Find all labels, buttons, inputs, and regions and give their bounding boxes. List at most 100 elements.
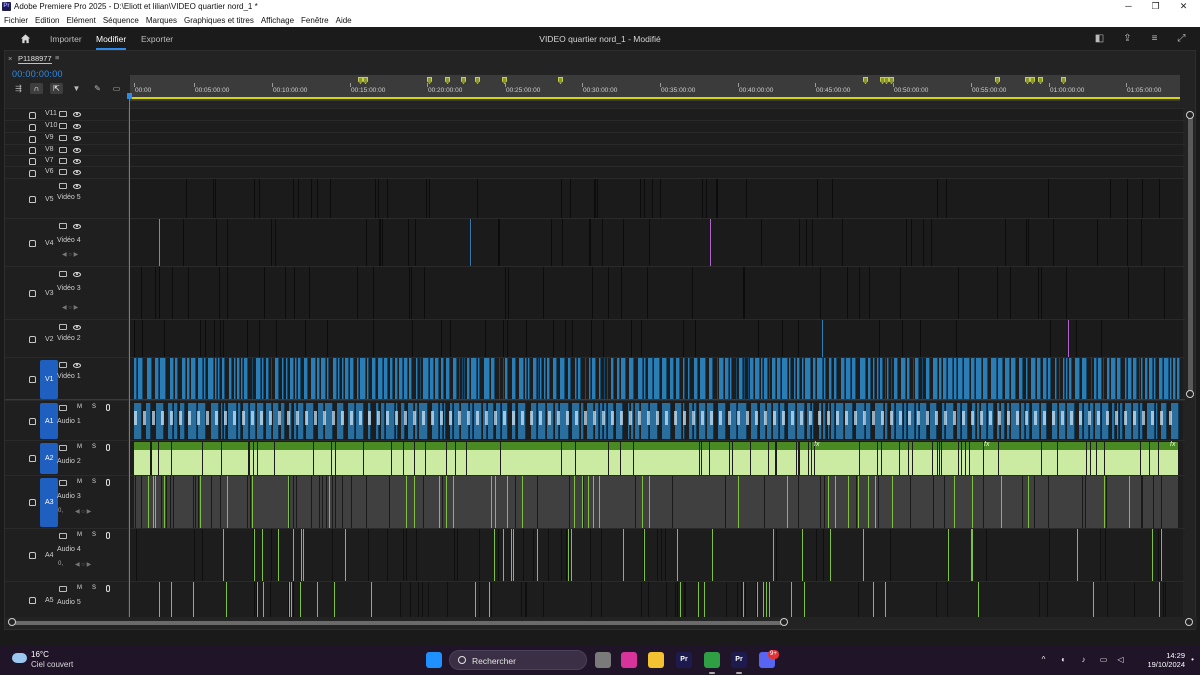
clip-edge[interactable] [1039, 582, 1040, 617]
clip-edge[interactable] [193, 476, 194, 528]
clip-edge[interactable] [902, 320, 903, 357]
video-clip[interactable] [900, 358, 906, 400]
video-clip[interactable] [867, 358, 872, 400]
clip-edge[interactable] [380, 219, 381, 266]
clip-edge[interactable] [572, 320, 573, 357]
track-content[interactable] [130, 358, 1183, 400]
premiere-pinned-icon[interactable]: Pr [676, 652, 692, 668]
clip-edge[interactable] [446, 476, 447, 528]
clip-edge[interactable] [1068, 320, 1069, 357]
clip-edge[interactable] [569, 476, 570, 528]
video-clip[interactable] [894, 358, 898, 400]
clip-edge[interactable] [828, 476, 829, 528]
video-clip[interactable] [265, 358, 269, 400]
clip-edge[interactable] [745, 582, 746, 617]
clip-edge[interactable] [227, 267, 228, 319]
zoom-handle-left[interactable] [8, 618, 16, 626]
sync-lock-icon[interactable] [59, 158, 67, 164]
clip-edge[interactable] [1097, 219, 1098, 266]
sequence-marker[interactable] [1025, 77, 1030, 84]
clip-edge[interactable] [743, 582, 744, 617]
clip-edge[interactable] [1140, 441, 1141, 475]
clip-edge[interactable] [998, 441, 999, 475]
clip-edge[interactable] [842, 219, 843, 266]
track-header[interactable]: V3 Vidéo 3 ◀ ○ ▶ [5, 267, 129, 319]
clip-edge[interactable] [183, 219, 184, 266]
clip-edge[interactable] [216, 219, 217, 266]
clip-edge[interactable] [620, 441, 621, 475]
clip-edge[interactable] [574, 476, 575, 528]
video-clip[interactable] [915, 358, 920, 400]
clip-edge[interactable] [1005, 219, 1006, 266]
clip-edge[interactable] [1085, 476, 1086, 528]
track-content[interactable] [130, 133, 1183, 144]
clip-edge[interactable] [858, 476, 859, 528]
clip-edge[interactable] [1127, 179, 1128, 218]
clip-edge[interactable] [648, 582, 649, 617]
clip-edge[interactable] [410, 582, 411, 617]
sync-lock-icon[interactable] [59, 271, 67, 277]
clip-edge[interactable] [200, 476, 201, 528]
clip-edge[interactable] [523, 529, 524, 581]
volume-keyframe[interactable]: 0, [58, 508, 63, 514]
task-view-icon[interactable] [595, 652, 611, 668]
track-header[interactable]: V8 [5, 145, 129, 155]
clip-edge[interactable] [543, 582, 544, 617]
video-clip[interactable] [828, 358, 833, 400]
clip-edge[interactable] [1028, 219, 1029, 266]
clip-edge[interactable] [227, 476, 228, 528]
clip-edge[interactable] [378, 179, 379, 218]
video-clip[interactable] [1054, 358, 1058, 400]
clip-edge[interactable] [1100, 529, 1101, 581]
clip-edge[interactable] [151, 441, 152, 475]
track-content[interactable] [130, 167, 1183, 178]
sync-lock-icon[interactable] [59, 111, 67, 117]
video-clip[interactable] [1177, 358, 1181, 400]
clip-edge[interactable] [744, 267, 745, 319]
clip-edge[interactable] [944, 476, 945, 528]
clip-edge[interactable] [1049, 529, 1050, 581]
clip-edge[interactable] [1129, 476, 1130, 528]
clip-edge[interactable] [329, 476, 330, 528]
clip-edge[interactable] [1041, 441, 1042, 475]
clip-edge[interactable] [1057, 441, 1058, 475]
video-clip[interactable] [963, 358, 970, 400]
clip-edge[interactable] [824, 476, 825, 528]
panel-menu-icon[interactable]: ≡ [55, 53, 59, 62]
solo-button[interactable]: S [92, 585, 96, 591]
clip-edge[interactable] [680, 582, 681, 617]
video-clip[interactable] [1010, 358, 1016, 400]
clip-edge[interactable] [859, 267, 860, 319]
video-clip[interactable] [976, 358, 983, 400]
clip-edge[interactable] [1041, 267, 1042, 319]
track-content[interactable] [130, 529, 1183, 581]
clip-edge[interactable] [317, 179, 318, 218]
clip-edge[interactable] [1082, 476, 1083, 528]
track-content[interactable] [130, 401, 1183, 440]
toggle-visibility-icon[interactable] [73, 325, 81, 330]
video-clip[interactable] [921, 358, 923, 400]
clip-edge[interactable] [956, 320, 957, 357]
video-clip[interactable] [408, 358, 412, 400]
clip-edge[interactable] [298, 179, 299, 218]
video-clip[interactable] [724, 358, 730, 400]
keyframe-nav-icon[interactable]: ◀ ○ ▶ [62, 304, 78, 311]
clip-edge[interactable] [923, 219, 924, 266]
clip-edge[interactable] [311, 179, 312, 218]
clip-edge[interactable] [652, 179, 653, 218]
clip-edge[interactable] [1159, 582, 1160, 617]
lock-icon[interactable] [29, 158, 36, 165]
clip-edge[interactable] [171, 441, 172, 475]
clip-edge[interactable] [309, 267, 310, 319]
video-clip[interactable] [423, 358, 430, 400]
clip-edge[interactable] [457, 529, 458, 581]
sequence-marker[interactable] [558, 77, 563, 84]
clip-edge[interactable] [1153, 476, 1154, 528]
clip-edge[interactable] [214, 320, 215, 357]
track-header[interactable]: A3 M S Audio 3 0, ◀ ○ ▶ [5, 476, 129, 528]
clip-edge[interactable] [764, 476, 765, 528]
clip-edge[interactable] [198, 476, 199, 528]
video-clip[interactable] [738, 358, 743, 400]
video-clip[interactable] [772, 358, 776, 400]
clip-edge[interactable] [602, 219, 603, 266]
